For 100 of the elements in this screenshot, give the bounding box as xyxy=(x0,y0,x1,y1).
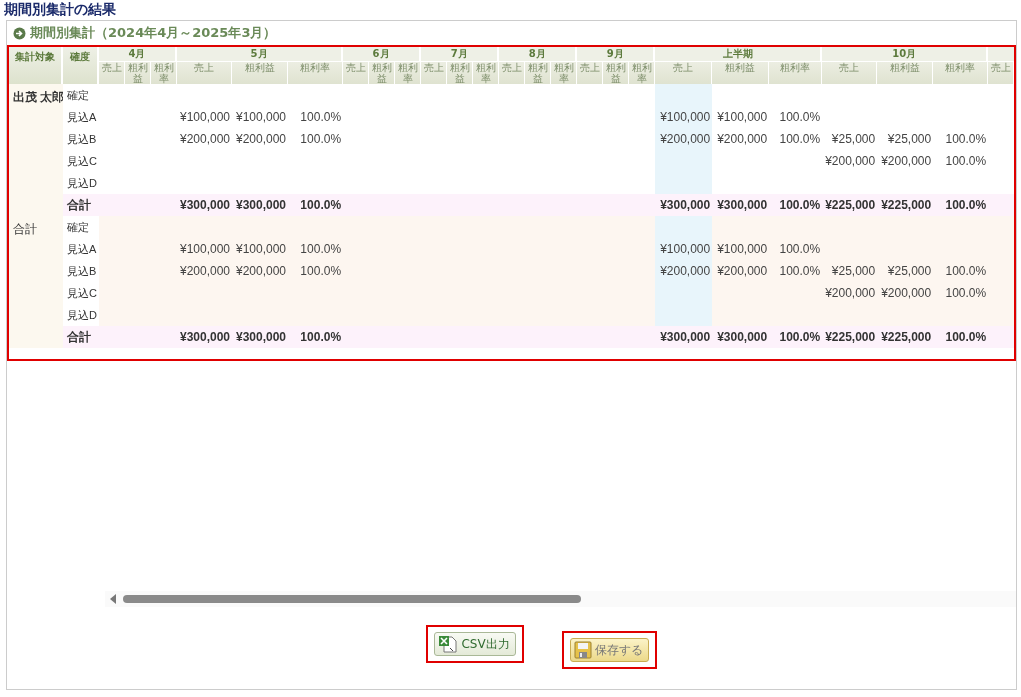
spreadsheet-icon xyxy=(438,635,459,653)
table-cell-text: ¥200,000 xyxy=(234,131,288,148)
table-cell: ¥25,000 xyxy=(877,260,934,282)
row-header: 合計 xyxy=(13,223,37,235)
column-header: 6月 xyxy=(343,47,422,62)
table-cell-text: ¥200,000 xyxy=(880,153,933,170)
table-cell: ¥300,000 xyxy=(655,194,713,216)
table-cell: 100.0% xyxy=(933,326,989,348)
column-header: 売上 xyxy=(577,62,604,84)
table-cell-text: ¥25,000 xyxy=(886,131,933,148)
table-cell-text: ¥100,000 xyxy=(234,109,288,126)
table-cell: 100.0% xyxy=(769,194,823,216)
column-header: 粗利益 xyxy=(369,62,396,84)
export-button[interactable]: CSV出力 xyxy=(434,632,516,656)
table-cell: 100.0% xyxy=(288,260,344,282)
row-header: 出茂 太郎 xyxy=(13,91,63,103)
table-cell: ¥200,000 xyxy=(232,260,289,282)
page-title: 期間別集計の結果 xyxy=(3,0,117,19)
table-cell: ¥100,000 xyxy=(232,238,289,260)
table-cell: ¥200,000 xyxy=(822,282,878,304)
table-cell: ¥300,000 xyxy=(712,326,770,348)
scrollbar[interactable] xyxy=(105,591,1016,607)
table-cell: ¥300,000 xyxy=(655,326,713,348)
table-cell: 100.0% xyxy=(288,194,344,216)
column-header: 確度 xyxy=(63,47,99,84)
table-cell: ¥200,000 xyxy=(655,128,713,150)
column-header: 粗利益 xyxy=(712,62,770,84)
scrollbar-thumb[interactable] xyxy=(123,595,581,603)
table-cell: ¥200,000 xyxy=(877,282,934,304)
column-header: 粗利益 xyxy=(877,62,934,84)
column-header: 5月 xyxy=(177,47,344,62)
table-cell-text: ¥100,000 xyxy=(178,109,232,126)
table-cell: ¥300,000 xyxy=(232,194,289,216)
column-header: 粗利益 xyxy=(447,62,474,84)
table-cell-text: 100.0% xyxy=(299,131,343,148)
table-cell-text: ¥100,000 xyxy=(716,109,769,126)
table-cell-text: ¥25,000 xyxy=(830,131,877,148)
table-cell: 100.0% xyxy=(933,260,989,282)
table-cell: ¥225,000 xyxy=(822,326,878,348)
table-cell: 100.0% xyxy=(288,238,344,260)
table-cell: 100.0% xyxy=(769,260,823,282)
column-header: 粗利益 xyxy=(232,62,289,84)
table-cell-text: 100.0% xyxy=(778,109,822,126)
table-cell-text: 100.0% xyxy=(944,153,988,170)
scroll-left-icon[interactable] xyxy=(109,594,117,604)
column-header: 売上 xyxy=(822,62,878,84)
table-cell: ¥200,000 xyxy=(712,260,770,282)
table-cell: ¥225,000 xyxy=(822,194,878,216)
column-header: 粗利率 xyxy=(629,62,656,84)
row-header: 見込C xyxy=(66,153,98,169)
column-header: 粗利率 xyxy=(933,62,989,84)
column-header: 粗利益 xyxy=(603,62,630,84)
table-cell-text: 100.0% xyxy=(299,109,343,126)
arrow-circle-icon xyxy=(13,26,26,40)
table-cell-text: ¥200,000 xyxy=(178,131,232,148)
table-cell: 100.0% xyxy=(933,282,989,304)
table-cell: ¥300,000 xyxy=(232,326,289,348)
column-header: 粗利率 xyxy=(151,62,178,84)
table-cell: 100.0% xyxy=(288,326,344,348)
panel-title: 期間別集計（2024年4月～2025年3月） xyxy=(30,24,277,42)
column-header: 売上 xyxy=(177,62,233,84)
column-header: 売上 xyxy=(988,62,1014,84)
table-cell: ¥300,000 xyxy=(177,194,233,216)
column-header: 10月 xyxy=(822,47,989,62)
column-header: 売上 xyxy=(655,62,713,84)
column-header: 7月 xyxy=(421,47,500,62)
column-header: 粗利率 xyxy=(551,62,578,84)
table-cell: ¥300,000 xyxy=(177,326,233,348)
column-header: 9月 xyxy=(577,47,656,62)
table-cell: ¥100,000 xyxy=(712,238,770,260)
table-cell-text: 100.0% xyxy=(944,131,988,148)
table-cell: ¥300,000 xyxy=(712,194,770,216)
column-header: 売上 xyxy=(421,62,448,84)
column-header: 集計対象 xyxy=(9,47,63,84)
table-cell-text: ¥200,000 xyxy=(716,131,769,148)
row-header: 合計 xyxy=(63,194,99,216)
table-cell-text: ¥200,000 xyxy=(824,153,877,170)
row-header: 見込D xyxy=(66,175,98,191)
column-header: 8月 xyxy=(499,47,578,62)
table-cell: ¥200,000 xyxy=(655,260,713,282)
column-header: 粗利率 xyxy=(769,62,823,84)
table-cell: 100.0% xyxy=(933,194,989,216)
table-cell: 100.0% xyxy=(769,238,823,260)
row-header: 見込A xyxy=(66,109,98,125)
column-header: 粗利益 xyxy=(525,62,552,84)
table-cell: ¥225,000 xyxy=(877,194,934,216)
column-header: 上半期 xyxy=(655,47,823,62)
column-header: 売上 xyxy=(99,62,125,84)
column-header: 粗利率 xyxy=(395,62,422,84)
column-header: 4月 xyxy=(99,47,178,62)
table-cell: ¥100,000 xyxy=(177,238,233,260)
table-cell: ¥225,000 xyxy=(877,326,934,348)
column-header: 売上 xyxy=(499,62,526,84)
column-header: 粗利率 xyxy=(288,62,344,84)
row-header: 確定 xyxy=(66,87,90,103)
column-header: 粗利益 xyxy=(125,62,151,84)
table-cell: 100.0% xyxy=(769,326,823,348)
table-cell: ¥100,000 xyxy=(655,106,713,128)
table-cell: ¥100,000 xyxy=(655,238,713,260)
save-button[interactable]: 保存する xyxy=(569,638,649,662)
